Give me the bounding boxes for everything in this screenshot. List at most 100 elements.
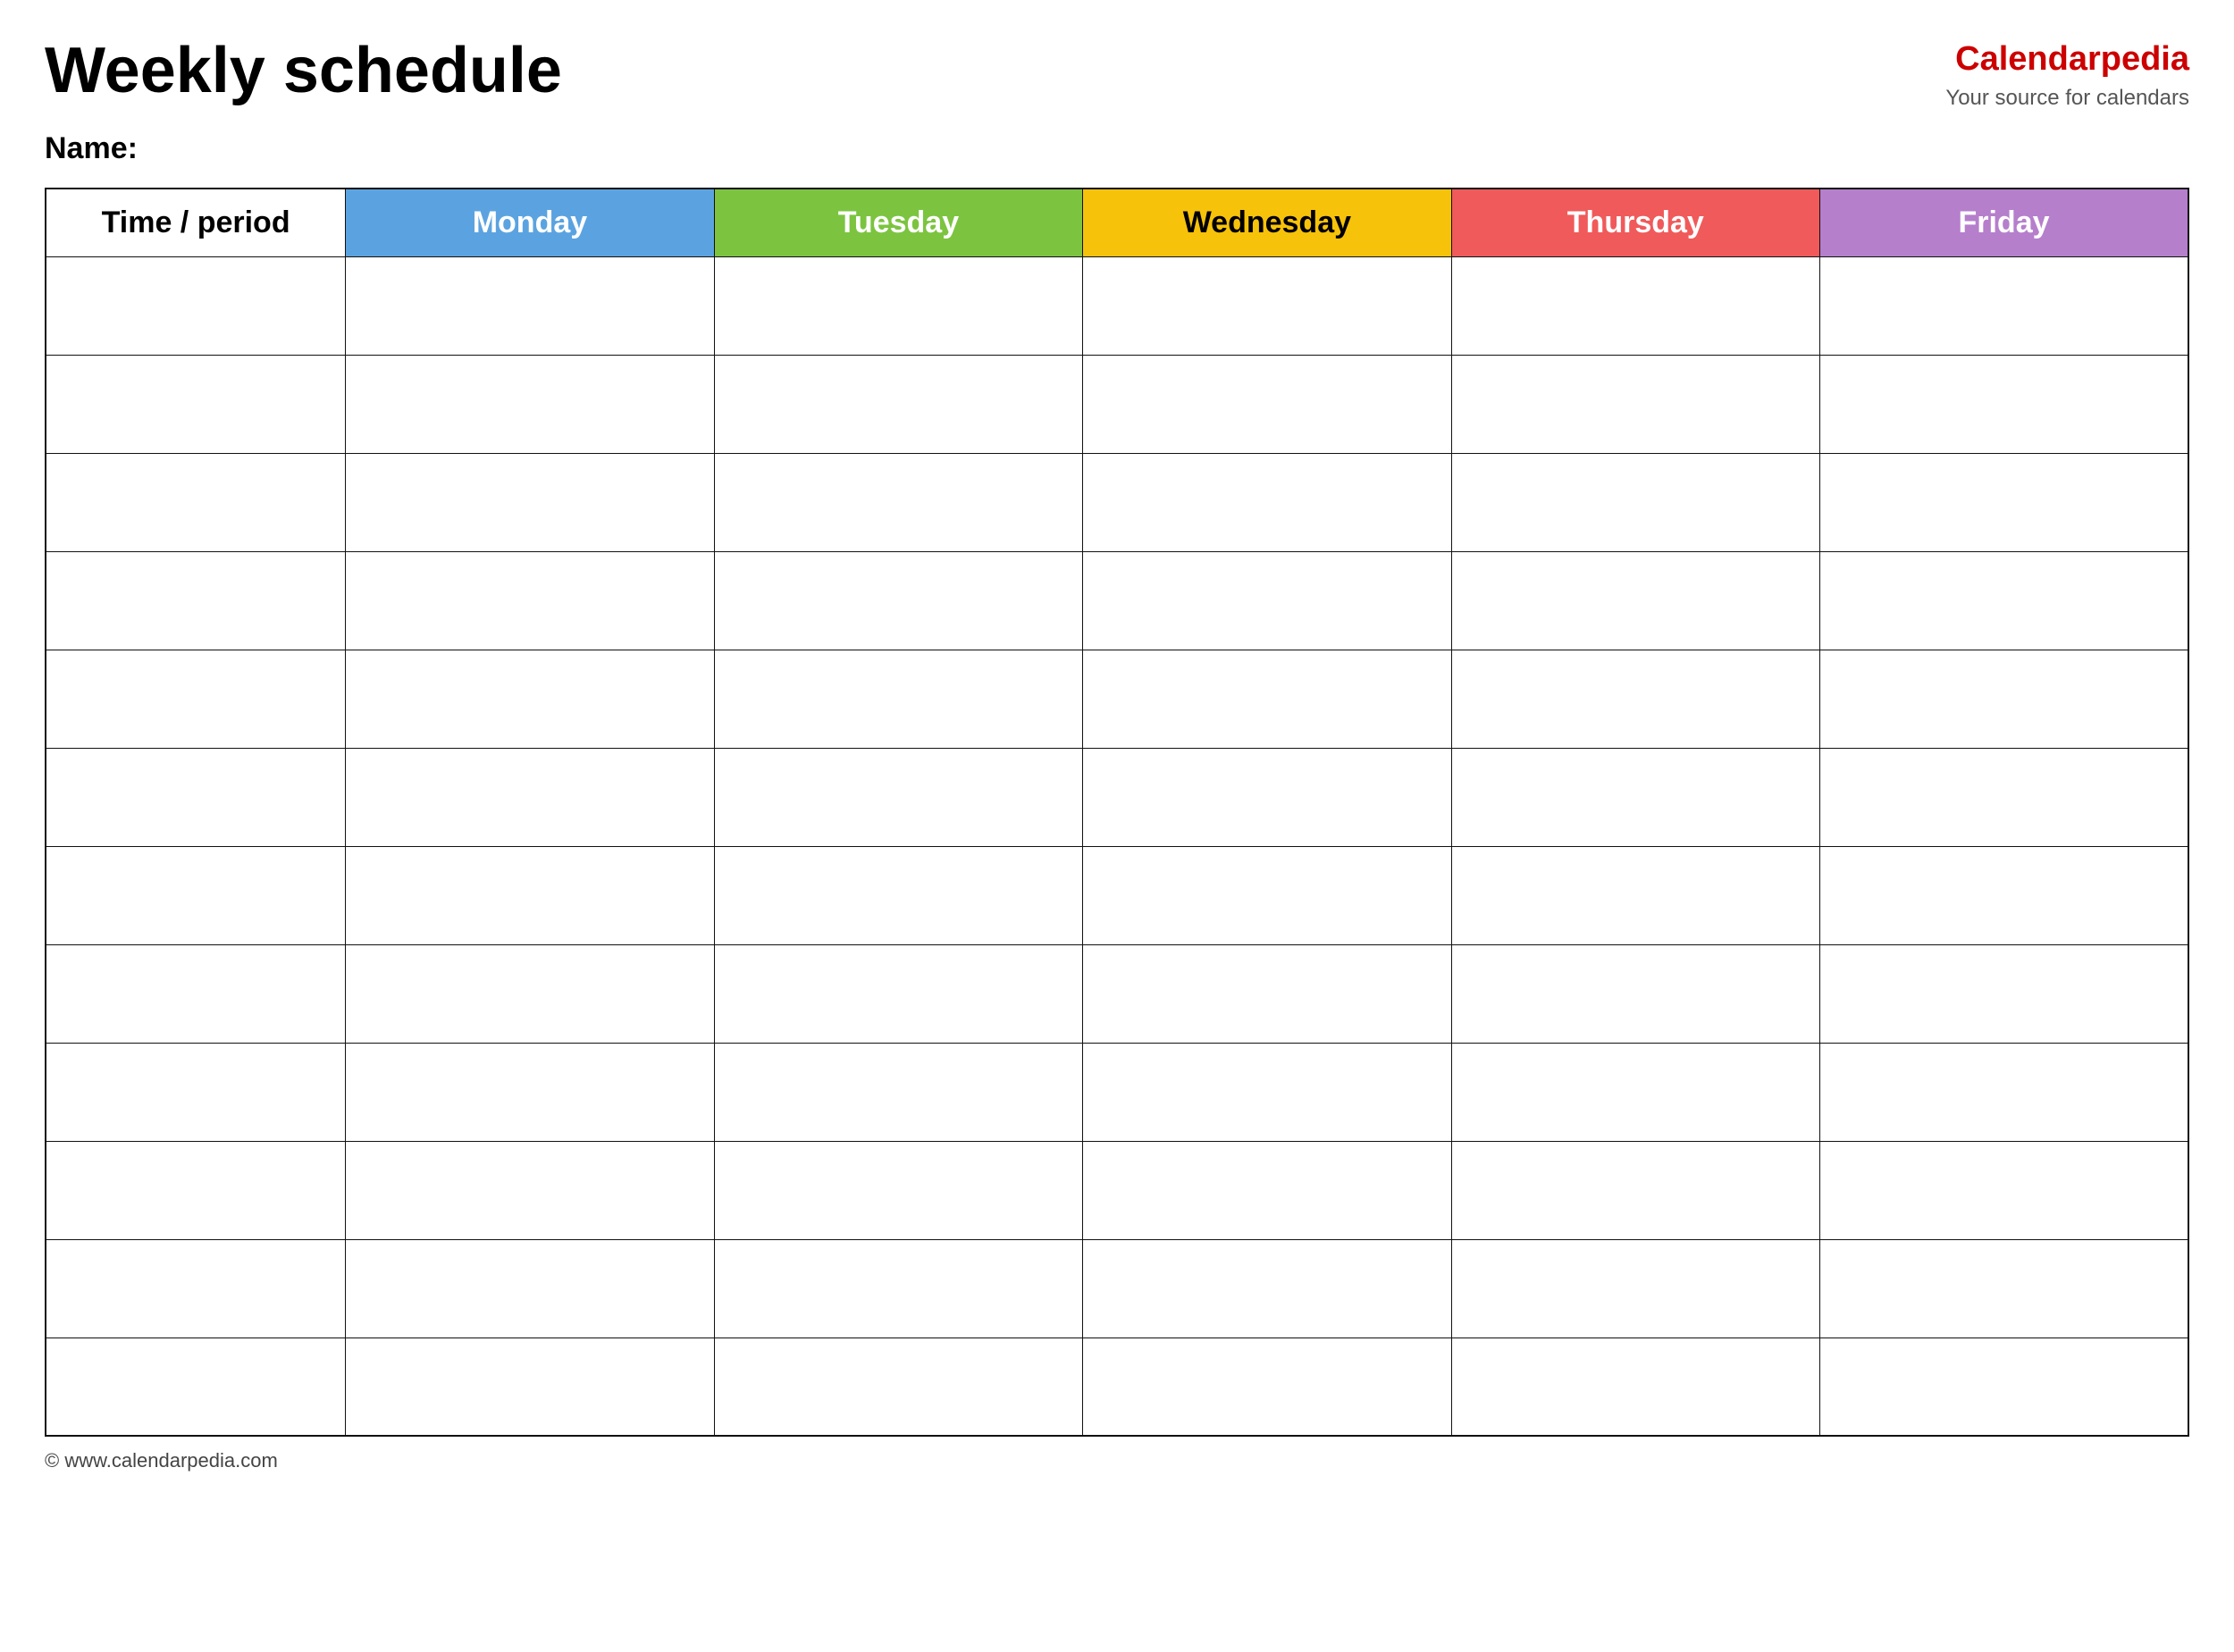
table-cell[interactable] bbox=[1451, 453, 1819, 551]
table-row bbox=[46, 748, 2188, 846]
table-cell[interactable] bbox=[1820, 453, 2188, 551]
table-cell[interactable] bbox=[1451, 256, 1819, 355]
header-tuesday: Tuesday bbox=[714, 189, 1082, 257]
brand-name-part2: pedia bbox=[2101, 40, 2189, 78]
table-cell[interactable] bbox=[1451, 650, 1819, 748]
table-cell[interactable] bbox=[46, 453, 346, 551]
schedule-table: Time / period Monday Tuesday Wednesday T… bbox=[45, 188, 2189, 1438]
table-cell[interactable] bbox=[1451, 846, 1819, 944]
table-cell[interactable] bbox=[346, 1338, 714, 1436]
table-cell[interactable] bbox=[714, 1239, 1082, 1338]
table-cell[interactable] bbox=[46, 1043, 346, 1141]
table-cell[interactable] bbox=[46, 1141, 346, 1239]
table-cell[interactable] bbox=[1083, 551, 1451, 650]
table-cell[interactable] bbox=[1083, 1239, 1451, 1338]
table-cell[interactable] bbox=[714, 748, 1082, 846]
table-cell[interactable] bbox=[46, 1239, 346, 1338]
table-cell[interactable] bbox=[714, 1338, 1082, 1436]
table-cell[interactable] bbox=[46, 355, 346, 453]
table-cell[interactable] bbox=[1820, 748, 2188, 846]
table-cell[interactable] bbox=[714, 551, 1082, 650]
table-cell[interactable] bbox=[1820, 846, 2188, 944]
table-cell[interactable] bbox=[346, 551, 714, 650]
table-cell[interactable] bbox=[46, 748, 346, 846]
table-cell[interactable] bbox=[346, 1239, 714, 1338]
brand-logo: Calendarpedia Your source for calendars bbox=[1945, 36, 2189, 113]
header-friday: Friday bbox=[1820, 189, 2188, 257]
table-cell[interactable] bbox=[346, 355, 714, 453]
table-cell[interactable] bbox=[346, 453, 714, 551]
table-cell[interactable] bbox=[346, 1043, 714, 1141]
table-cell[interactable] bbox=[714, 453, 1082, 551]
name-label: Name: bbox=[45, 131, 2189, 166]
table-row bbox=[46, 355, 2188, 453]
table-cell[interactable] bbox=[46, 256, 346, 355]
table-cell[interactable] bbox=[1820, 1141, 2188, 1239]
table-cell[interactable] bbox=[714, 1141, 1082, 1239]
table-cell[interactable] bbox=[1451, 944, 1819, 1043]
table-cell[interactable] bbox=[1451, 748, 1819, 846]
table-cell[interactable] bbox=[346, 1141, 714, 1239]
table-cell[interactable] bbox=[46, 551, 346, 650]
table-row bbox=[46, 1338, 2188, 1436]
table-cell[interactable] bbox=[1820, 1239, 2188, 1338]
table-cell[interactable] bbox=[1820, 944, 2188, 1043]
copyright-text: © www.calendarpedia.com bbox=[45, 1449, 278, 1472]
brand-name: Calendarpedia bbox=[1945, 36, 2189, 83]
table-row bbox=[46, 1141, 2188, 1239]
header-monday: Monday bbox=[346, 189, 714, 257]
brand-name-part1: Calendar bbox=[1955, 40, 2101, 78]
table-cell[interactable] bbox=[714, 355, 1082, 453]
table-cell[interactable] bbox=[714, 846, 1082, 944]
header-thursday: Thursday bbox=[1451, 189, 1819, 257]
table-cell[interactable] bbox=[1083, 355, 1451, 453]
table-cell[interactable] bbox=[1451, 1338, 1819, 1436]
table-cell[interactable] bbox=[46, 1338, 346, 1436]
table-cell[interactable] bbox=[714, 1043, 1082, 1141]
table-cell[interactable] bbox=[1820, 650, 2188, 748]
table-header-row: Time / period Monday Tuesday Wednesday T… bbox=[46, 189, 2188, 257]
table-cell[interactable] bbox=[1083, 748, 1451, 846]
table-cell[interactable] bbox=[346, 846, 714, 944]
table-row bbox=[46, 551, 2188, 650]
table-cell[interactable] bbox=[1451, 1141, 1819, 1239]
table-cell[interactable] bbox=[46, 650, 346, 748]
table-row bbox=[46, 944, 2188, 1043]
table-cell[interactable] bbox=[1083, 1043, 1451, 1141]
table-cell[interactable] bbox=[1451, 1239, 1819, 1338]
table-cell[interactable] bbox=[714, 944, 1082, 1043]
table-cell[interactable] bbox=[346, 944, 714, 1043]
table-cell[interactable] bbox=[1083, 1338, 1451, 1436]
table-row bbox=[46, 846, 2188, 944]
table-cell[interactable] bbox=[1083, 256, 1451, 355]
table-cell[interactable] bbox=[1083, 453, 1451, 551]
table-cell[interactable] bbox=[1451, 355, 1819, 453]
table-cell[interactable] bbox=[1451, 551, 1819, 650]
table-cell[interactable] bbox=[1083, 944, 1451, 1043]
table-cell[interactable] bbox=[1083, 650, 1451, 748]
table-cell[interactable] bbox=[714, 650, 1082, 748]
table-row bbox=[46, 1239, 2188, 1338]
table-cell[interactable] bbox=[1820, 256, 2188, 355]
table-cell[interactable] bbox=[46, 846, 346, 944]
brand-tagline: Your source for calendars bbox=[1945, 83, 2189, 113]
footer: © www.calendarpedia.com bbox=[45, 1449, 2189, 1472]
table-cell[interactable] bbox=[46, 944, 346, 1043]
table-row bbox=[46, 453, 2188, 551]
table-cell[interactable] bbox=[1820, 1338, 2188, 1436]
table-cell[interactable] bbox=[1820, 1043, 2188, 1141]
table-cell[interactable] bbox=[346, 256, 714, 355]
table-cell[interactable] bbox=[346, 650, 714, 748]
table-cell[interactable] bbox=[1083, 846, 1451, 944]
header-time: Time / period bbox=[46, 189, 346, 257]
page-title: Weekly schedule bbox=[45, 36, 562, 106]
table-cell[interactable] bbox=[1083, 1141, 1451, 1239]
table-cell[interactable] bbox=[1820, 355, 2188, 453]
header-wednesday: Wednesday bbox=[1083, 189, 1451, 257]
table-cell[interactable] bbox=[346, 748, 714, 846]
table-row bbox=[46, 1043, 2188, 1141]
table-cell[interactable] bbox=[1451, 1043, 1819, 1141]
table-cell[interactable] bbox=[714, 256, 1082, 355]
table-row bbox=[46, 256, 2188, 355]
table-cell[interactable] bbox=[1820, 551, 2188, 650]
